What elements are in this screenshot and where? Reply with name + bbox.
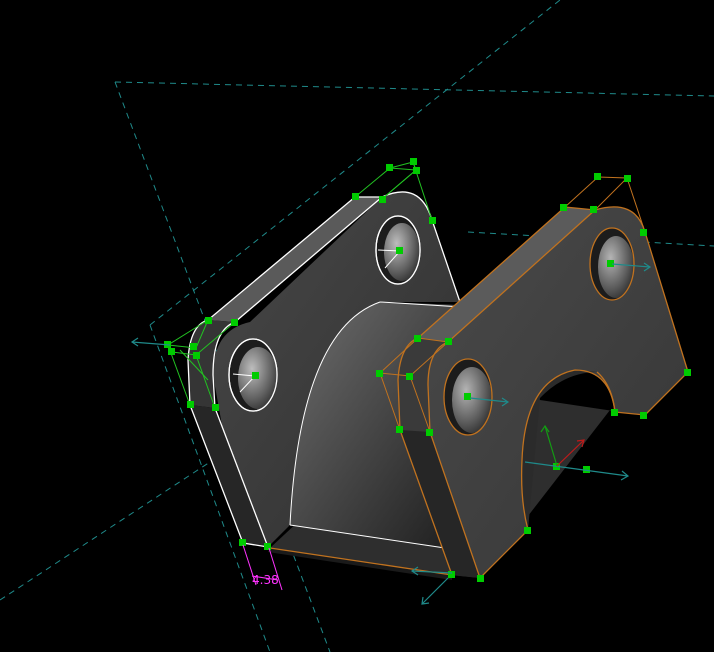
handle-point (524, 527, 531, 534)
handle-point (212, 404, 219, 411)
handle-point (414, 335, 421, 342)
handle-point (406, 373, 413, 380)
handle-point (464, 393, 471, 400)
handle-point (684, 369, 691, 376)
handle-point (193, 352, 200, 359)
handle-point (429, 217, 436, 224)
handle-point (187, 401, 194, 408)
handle-point (386, 164, 393, 171)
handle-point (611, 409, 618, 416)
handle-point (239, 539, 246, 546)
handle-point (640, 412, 647, 419)
handle-point (231, 319, 238, 326)
handle-point (445, 338, 452, 345)
handle-point (640, 229, 647, 236)
handle-point (477, 575, 484, 582)
handle-point (448, 571, 455, 578)
handle-point (252, 372, 259, 379)
handle-point (396, 426, 403, 433)
cad-3d-viewport[interactable]: 4.38 (0, 0, 714, 652)
dimension-value[interactable]: 4.38 (252, 573, 279, 587)
handle-point (624, 175, 631, 182)
handle-point (352, 193, 359, 200)
handle-point (426, 429, 433, 436)
handle-point (190, 343, 197, 350)
handle-point (396, 247, 403, 254)
handle-point (594, 173, 601, 180)
handle-point (560, 204, 567, 211)
handle-point (410, 158, 417, 165)
handle-point (264, 543, 271, 550)
handle-point (379, 196, 386, 203)
handle-point (376, 370, 383, 377)
handle-point (590, 206, 597, 213)
handle-point (205, 317, 212, 324)
model-canvas[interactable]: 4.38 (0, 0, 714, 652)
handle-point (168, 348, 175, 355)
handle-point (413, 167, 420, 174)
